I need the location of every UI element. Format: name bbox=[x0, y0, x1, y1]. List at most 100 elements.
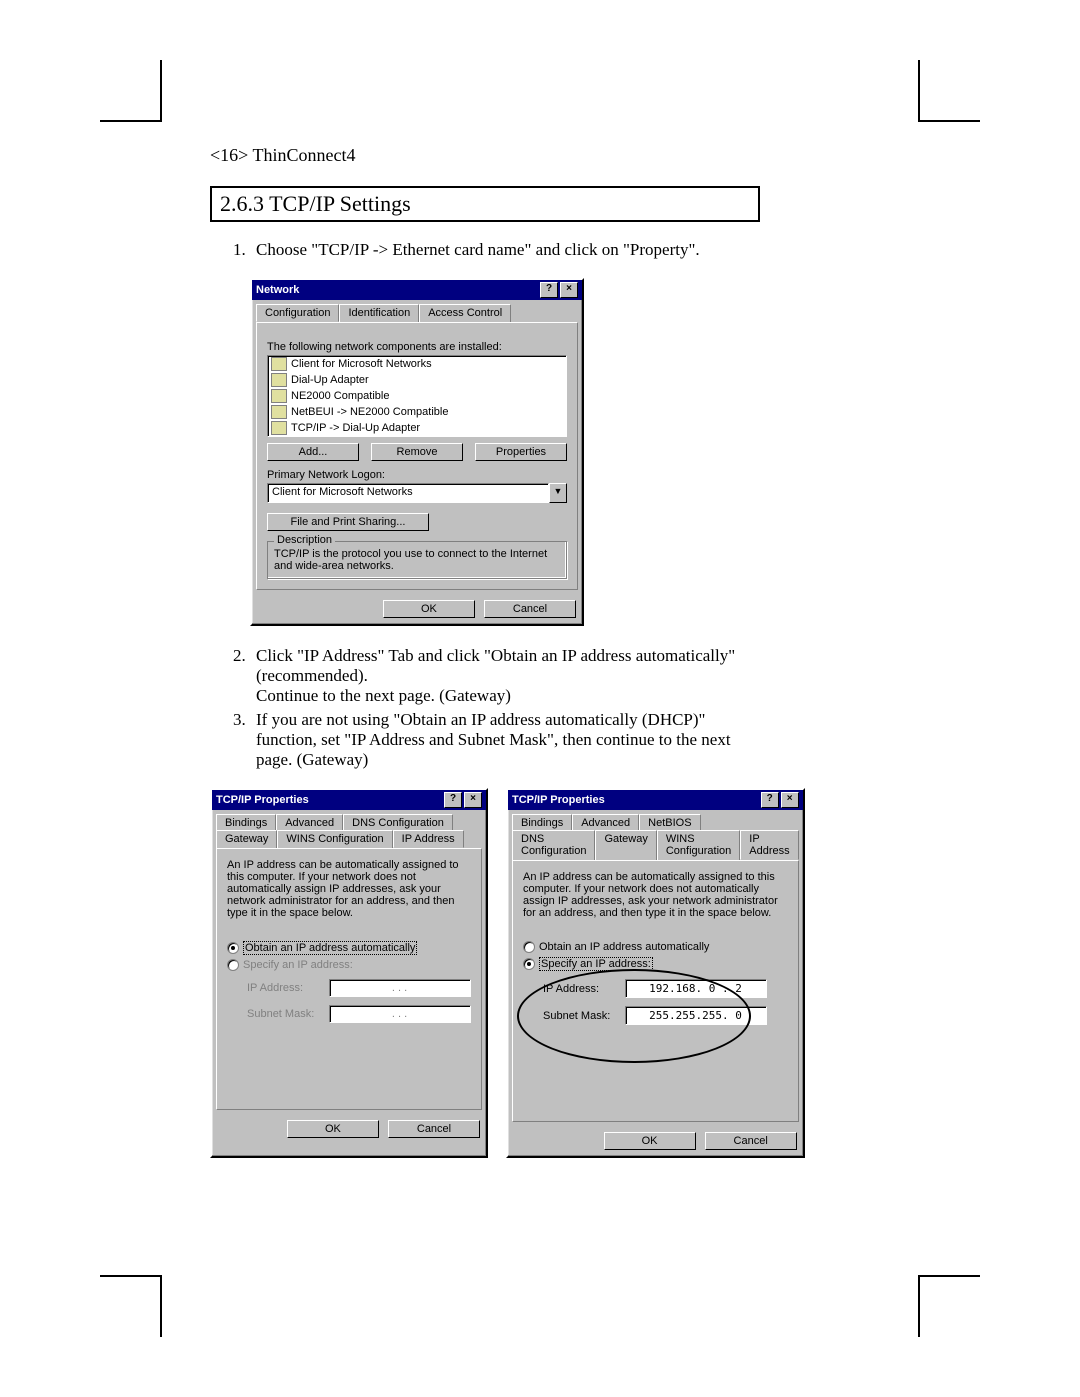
crop-mark-tl bbox=[100, 60, 162, 122]
radio-specify[interactable]: Specify an IP address: bbox=[227, 959, 471, 971]
ip-address-field[interactable]: 192.168. 0 . 2 bbox=[625, 979, 767, 998]
radio-icon bbox=[523, 958, 535, 970]
tab-advanced[interactable]: Advanced bbox=[276, 814, 343, 831]
tab-dns[interactable]: DNS Configuration bbox=[512, 830, 595, 860]
tcpip-desc: An IP address can be automatically assig… bbox=[227, 859, 471, 919]
tcpip-dialog-specify: TCP/IP Properties ? × Bindings Advanced … bbox=[506, 788, 805, 1158]
tcpip-tabs-row1: Bindings Advanced NetBIOS bbox=[512, 814, 799, 831]
sm-value: 255.255.255. 0 bbox=[626, 1009, 766, 1022]
close-button[interactable]: × bbox=[560, 282, 578, 298]
cancel-button[interactable]: Cancel bbox=[705, 1132, 797, 1150]
network-dialog: Network ? × Configuration Identification… bbox=[250, 278, 584, 626]
tcpip-titlebar: TCP/IP Properties ? × bbox=[212, 790, 486, 810]
ip-address-label: IP Address: bbox=[543, 983, 615, 995]
ok-button[interactable]: OK bbox=[287, 1120, 379, 1138]
tab-wins[interactable]: WINS Configuration bbox=[277, 830, 392, 848]
tab-ip-address[interactable]: IP Address bbox=[740, 830, 798, 860]
components-listbox[interactable]: Client for Microsoft Networks Dial-Up Ad… bbox=[267, 355, 567, 437]
radio-specify[interactable]: Specify an IP address: bbox=[523, 957, 788, 971]
radio-specify-label: Specify an IP address: bbox=[243, 959, 353, 971]
tab-identification[interactable]: Identification bbox=[339, 304, 419, 322]
cancel-button[interactable]: Cancel bbox=[388, 1120, 480, 1138]
tcpip-panel: An IP address can be automatically assig… bbox=[512, 860, 799, 1122]
list-item-selected[interactable]: TCP/IP -> NE2000 Compatible bbox=[268, 436, 566, 437]
tcpip-titlebar: TCP/IP Properties ? × bbox=[508, 790, 803, 810]
close-button[interactable]: × bbox=[781, 792, 799, 808]
subnet-mask-field[interactable]: 255.255.255. 0 bbox=[625, 1006, 767, 1025]
network-titlebar: Network ? × bbox=[252, 280, 582, 300]
list-item-label: NE2000 Compatible bbox=[291, 390, 389, 402]
tab-dns[interactable]: DNS Configuration bbox=[343, 814, 453, 831]
list-item-label: TCP/IP -> Dial-Up Adapter bbox=[291, 422, 420, 434]
radio-obtain-auto-label: Obtain an IP address automatically bbox=[243, 941, 417, 955]
tcpip-desc: An IP address can be automatically assig… bbox=[523, 871, 788, 919]
chevron-down-icon[interactable]: ▼ bbox=[549, 483, 567, 503]
sm-value: . . . bbox=[330, 1008, 470, 1020]
ip-address-label: IP Address: bbox=[247, 982, 319, 994]
network-title: Network bbox=[256, 284, 299, 296]
help-button[interactable]: ? bbox=[540, 282, 558, 298]
ok-button[interactable]: OK bbox=[383, 600, 475, 618]
tcpip-dialog-auto: TCP/IP Properties ? × Bindings Advanced … bbox=[210, 788, 488, 1158]
tab-wins[interactable]: WINS Configuration bbox=[657, 830, 740, 860]
list-item[interactable]: NE2000 Compatible bbox=[268, 388, 566, 404]
remove-button[interactable]: Remove bbox=[371, 443, 463, 461]
tab-bindings[interactable]: Bindings bbox=[512, 814, 572, 831]
file-print-sharing-button[interactable]: File and Print Sharing... bbox=[267, 513, 429, 531]
logon-label: Primary Network Logon: bbox=[267, 469, 567, 481]
radio-obtain-auto[interactable]: Obtain an IP address automatically bbox=[523, 941, 788, 953]
step-1: Choose "TCP/IP -> Ethernet card name" an… bbox=[250, 240, 760, 260]
section-title: 2.6.3 TCP/IP Settings bbox=[220, 191, 411, 216]
client-icon bbox=[271, 357, 287, 371]
tcpip-tabs-row2: DNS Configuration Gateway WINS Configura… bbox=[512, 830, 799, 860]
radio-icon bbox=[227, 959, 239, 971]
list-item[interactable]: NetBEUI -> NE2000 Compatible bbox=[268, 404, 566, 420]
description-group: Description TCP/IP is the protocol you u… bbox=[267, 541, 567, 579]
radio-obtain-auto-label: Obtain an IP address automatically bbox=[539, 941, 709, 953]
tcpip-panel: An IP address can be automatically assig… bbox=[216, 848, 482, 1110]
cancel-button[interactable]: Cancel bbox=[484, 600, 576, 618]
ip-value: 192.168. 0 . 2 bbox=[626, 982, 766, 995]
tcpip-tabs-row1: Bindings Advanced DNS Configuration bbox=[216, 814, 482, 831]
tab-gateway[interactable]: Gateway bbox=[595, 830, 656, 860]
list-item[interactable]: Client for Microsoft Networks bbox=[268, 356, 566, 372]
tab-netbios[interactable]: NetBIOS bbox=[639, 814, 700, 831]
step-list: Choose "TCP/IP -> Ethernet card name" an… bbox=[210, 240, 760, 260]
step-2-text-b: Continue to the next page. (Gateway) bbox=[256, 686, 511, 705]
step-list-2: Click "IP Address" Tab and click "Obtain… bbox=[210, 646, 760, 770]
tcpip-title: TCP/IP Properties bbox=[216, 794, 309, 806]
help-button[interactable]: ? bbox=[444, 792, 462, 808]
protocol-icon bbox=[271, 421, 287, 435]
help-button[interactable]: ? bbox=[761, 792, 779, 808]
tab-access-control[interactable]: Access Control bbox=[419, 304, 511, 322]
description-legend: Description bbox=[274, 534, 335, 546]
step-2: Click "IP Address" Tab and click "Obtain… bbox=[250, 646, 760, 706]
logon-value: Client for Microsoft Networks bbox=[267, 483, 549, 503]
page-header: <16> ThinConnect4 bbox=[210, 145, 760, 166]
ok-button[interactable]: OK bbox=[604, 1132, 696, 1150]
radio-icon bbox=[523, 941, 535, 953]
logon-combo[interactable]: Client for Microsoft Networks ▼ bbox=[267, 483, 567, 503]
ip-address-field: . . . bbox=[329, 979, 471, 997]
properties-button[interactable]: Properties bbox=[475, 443, 567, 461]
description-text: TCP/IP is the protocol you use to connec… bbox=[274, 548, 560, 572]
subnet-mask-label: Subnet Mask: bbox=[543, 1010, 615, 1022]
tab-bindings[interactable]: Bindings bbox=[216, 814, 276, 831]
tab-advanced[interactable]: Advanced bbox=[572, 814, 639, 831]
list-item[interactable]: Dial-Up Adapter bbox=[268, 372, 566, 388]
radio-specify-label: Specify an IP address: bbox=[539, 957, 653, 971]
components-label: The following network components are ins… bbox=[267, 341, 567, 353]
radio-icon bbox=[227, 942, 239, 954]
list-item[interactable]: TCP/IP -> Dial-Up Adapter bbox=[268, 420, 566, 436]
protocol-icon bbox=[271, 405, 287, 419]
tab-ip-address[interactable]: IP Address bbox=[393, 830, 464, 848]
add-button[interactable]: Add... bbox=[267, 443, 359, 461]
tab-gateway[interactable]: Gateway bbox=[216, 830, 277, 848]
crop-mark-tr bbox=[918, 60, 980, 122]
close-button[interactable]: × bbox=[464, 792, 482, 808]
subnet-mask-label: Subnet Mask: bbox=[247, 1008, 319, 1020]
tab-configuration[interactable]: Configuration bbox=[256, 304, 339, 322]
radio-obtain-auto[interactable]: Obtain an IP address automatically bbox=[227, 941, 471, 955]
ip-value: . . . bbox=[330, 982, 470, 994]
network-footer: OK Cancel bbox=[252, 594, 582, 624]
